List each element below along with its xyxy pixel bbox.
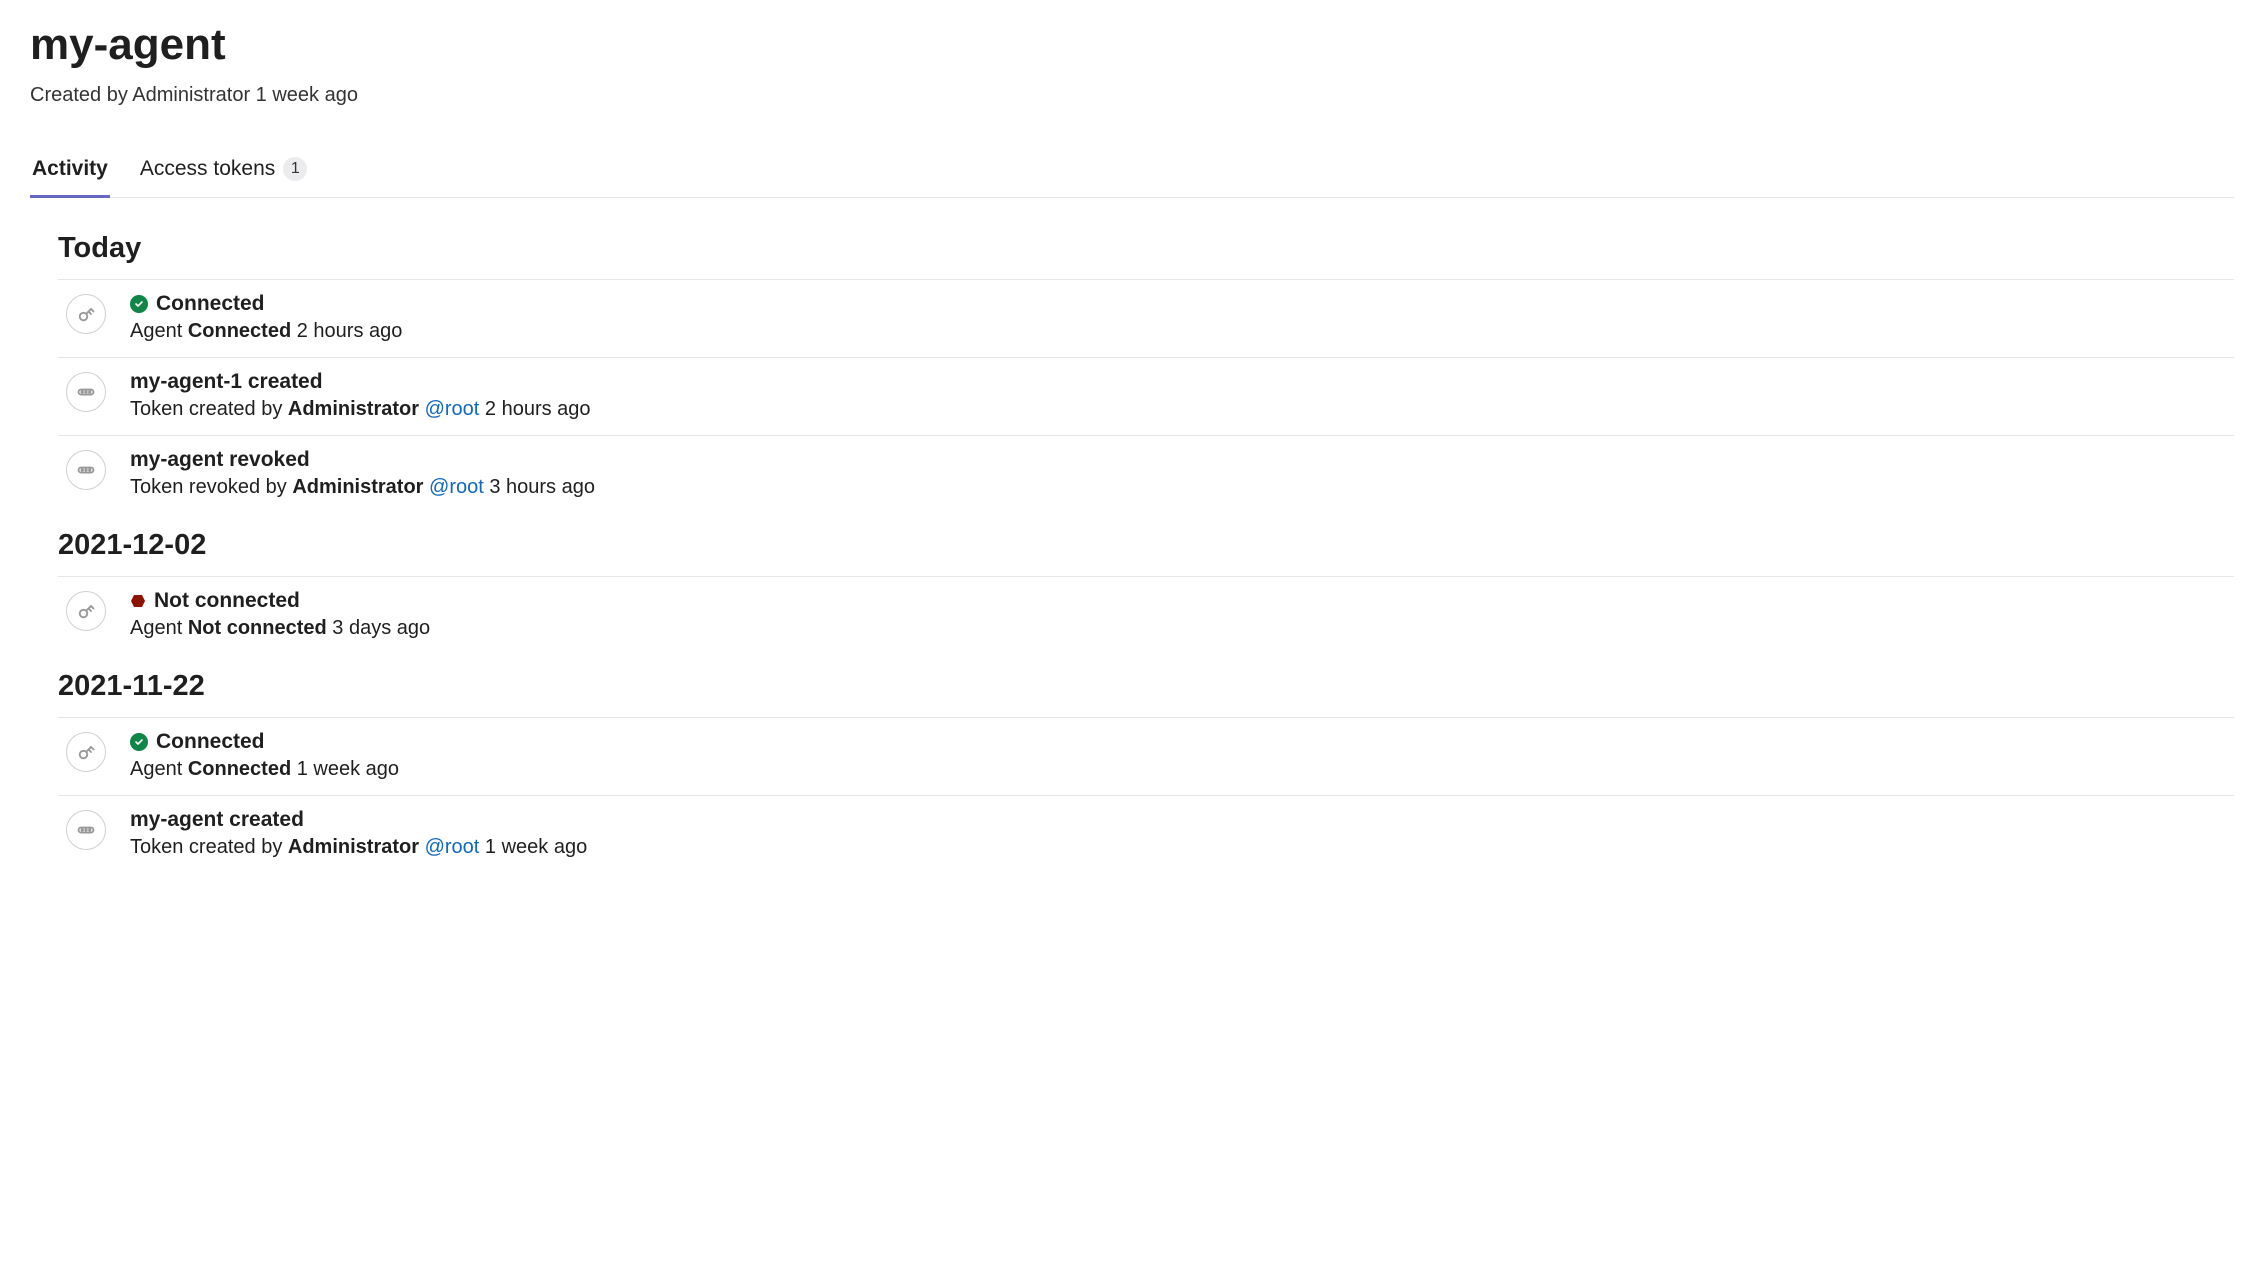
user-link[interactable]: @root — [425, 398, 480, 420]
event-time: 2 hours ago — [485, 398, 591, 420]
activity-event: my-agent created Token created by Adminis… — [58, 796, 2234, 873]
event-body: my-agent revoked Token revoked by Adminis… — [130, 448, 2234, 499]
event-title-text: my-agent revoked — [130, 448, 310, 472]
event-sub-prefix: Agent — [130, 320, 182, 342]
event-body: ConnectedAgent Connected 1 week ago — [130, 730, 2234, 781]
plug-icon — [66, 732, 106, 772]
status-not-connected-icon — [130, 593, 146, 609]
event-subtext: Agent Not connected 3 days ago — [130, 617, 2234, 640]
page-title: my-agent — [30, 20, 2234, 70]
event-sub-bold: Not connected — [188, 617, 327, 639]
event-sub-prefix: Agent — [130, 617, 182, 639]
event-body: Not connectedAgent Not connected 3 days … — [130, 589, 2234, 640]
date-header: 2021-11-22 — [58, 654, 2234, 718]
event-sub-bold: Administrator — [288, 836, 419, 858]
created-by: Administrator — [132, 84, 250, 106]
activity-event: my-agent revoked Token revoked by Adminis… — [58, 436, 2234, 513]
event-sub-prefix: Token created by — [130, 836, 282, 858]
event-time: 3 days ago — [332, 617, 430, 639]
event-time: 3 hours ago — [489, 476, 595, 498]
token-icon — [66, 810, 106, 850]
tab-access-tokens-label: Access tokens — [140, 157, 275, 181]
event-subtext: Agent Connected 1 week ago — [130, 758, 2234, 781]
event-time: 1 week ago — [297, 758, 399, 780]
created-time: 1 week ago — [256, 84, 358, 106]
event-sub-prefix: Token revoked by — [130, 476, 287, 498]
event-time: 1 week ago — [485, 836, 587, 858]
user-link[interactable]: @root — [425, 836, 480, 858]
event-time: 2 hours ago — [297, 320, 403, 342]
event-body: my-agent-1 created Token created by Admin… — [130, 370, 2234, 421]
event-sub-prefix: Token created by — [130, 398, 282, 420]
event-title: Connected — [130, 292, 2234, 316]
plug-icon — [66, 591, 106, 631]
event-sub-bold: Connected — [188, 320, 291, 342]
date-header: 2021-12-02 — [58, 513, 2234, 577]
tab-activity-label: Activity — [32, 157, 108, 181]
created-prefix: Created by — [30, 84, 128, 106]
event-subtext: Token created by Administrator @root 1 w… — [130, 836, 2234, 859]
activity-event: my-agent-1 created Token created by Admin… — [58, 358, 2234, 436]
plug-icon — [66, 294, 106, 334]
event-title: Connected — [130, 730, 2234, 754]
tabs: Activity Access tokens 1 — [30, 147, 2234, 198]
activity-event: ConnectedAgent Connected 1 week ago — [58, 718, 2234, 796]
access-tokens-count-badge: 1 — [283, 157, 307, 181]
event-title: my-agent-1 created — [130, 370, 2234, 394]
event-body: my-agent created Token created by Adminis… — [130, 808, 2234, 859]
event-sub-bold: Connected — [188, 758, 291, 780]
event-sub-bold: Administrator — [288, 398, 419, 420]
event-subtext: Agent Connected 2 hours ago — [130, 320, 2234, 343]
event-body: ConnectedAgent Connected 2 hours ago — [130, 292, 2234, 343]
event-title-text: my-agent-1 created — [130, 370, 323, 394]
status-connected-icon — [130, 733, 148, 751]
event-subtext: Token revoked by Administrator @root 3 h… — [130, 476, 2234, 499]
event-title-text: Not connected — [154, 589, 300, 613]
event-title-text: Connected — [156, 730, 265, 754]
event-title: my-agent revoked — [130, 448, 2234, 472]
event-title-text: my-agent created — [130, 808, 304, 832]
status-connected-icon — [130, 295, 148, 313]
page-subhead: Created by Administrator 1 week ago — [30, 84, 2234, 107]
tab-access-tokens[interactable]: Access tokens 1 — [138, 147, 309, 197]
event-sub-prefix: Agent — [130, 758, 182, 780]
event-subtext: Token created by Administrator @root 2 h… — [130, 398, 2234, 421]
activity-event: ConnectedAgent Connected 2 hours ago — [58, 280, 2234, 358]
tab-activity[interactable]: Activity — [30, 147, 110, 197]
event-title: my-agent created — [130, 808, 2234, 832]
event-title: Not connected — [130, 589, 2234, 613]
user-link[interactable]: @root — [429, 476, 484, 498]
activity-section: TodayConnectedAgent Connected 2 hours ag… — [30, 216, 2234, 873]
token-icon — [66, 450, 106, 490]
event-sub-bold: Administrator — [292, 476, 423, 498]
date-header: Today — [58, 216, 2234, 280]
event-title-text: Connected — [156, 292, 265, 316]
token-icon — [66, 372, 106, 412]
activity-event: Not connectedAgent Not connected 3 days … — [58, 577, 2234, 654]
